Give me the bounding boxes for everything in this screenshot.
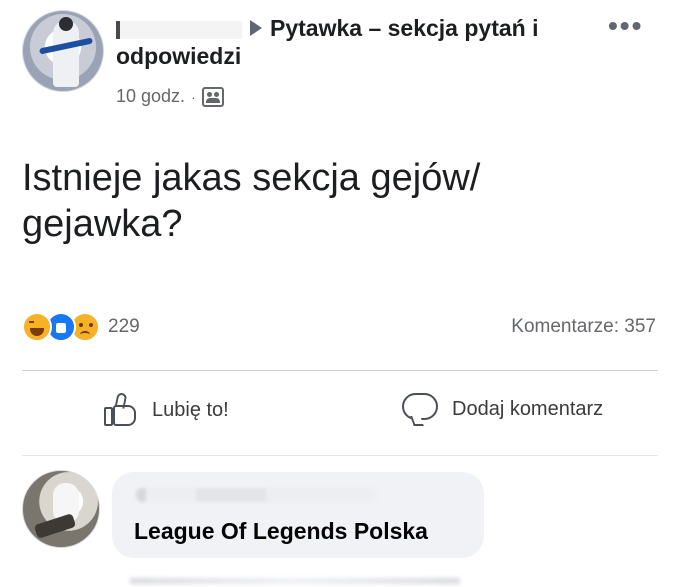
facebook-post: Pytawka – sekcja pytań i odpowiedzi 10 g…: [0, 0, 680, 587]
author-avatar[interactable]: [22, 10, 104, 92]
post-body-text: Istnieje jakas sekcja gejów/ gejawka?: [22, 157, 481, 245]
meta-separator: ·: [191, 88, 196, 105]
like-button[interactable]: Lubię to!: [104, 392, 229, 427]
thumbs-up-icon: [104, 392, 138, 427]
post-meta: 10 godz. ·: [116, 86, 224, 107]
haha-icon: [22, 312, 52, 342]
avatar-figure: [53, 17, 79, 87]
like-button-label: Lubię to!: [152, 398, 229, 421]
commenter-name-redacted[interactable]: [136, 488, 376, 502]
more-options-button[interactable]: •••: [608, 10, 643, 42]
post-timestamp[interactable]: 10 godz.: [116, 86, 185, 107]
add-comment-button[interactable]: Dodaj komentarz: [402, 393, 604, 426]
group-audience-icon: [201, 86, 224, 107]
cropped-next-comment: [130, 578, 460, 584]
arrow-right-icon: [250, 20, 262, 37]
commenter-avatar[interactable]: [22, 470, 100, 548]
reaction-count[interactable]: 229: [108, 316, 140, 338]
comment-bubble: League Of Legends Polska: [112, 472, 484, 558]
comments-count[interactable]: Komentarze: 357: [511, 316, 656, 338]
author-name-redacted[interactable]: [116, 20, 242, 39]
post-header: Pytawka – sekcja pytań i odpowiedzi: [116, 14, 596, 70]
comment-bubble-icon: [402, 393, 438, 426]
divider: [22, 370, 658, 371]
divider: [22, 455, 658, 456]
add-comment-label: Dodaj komentarz: [452, 397, 604, 420]
comment-text: League Of Legends Polska: [134, 518, 428, 544]
reactions-summary[interactable]: 229: [22, 312, 140, 342]
